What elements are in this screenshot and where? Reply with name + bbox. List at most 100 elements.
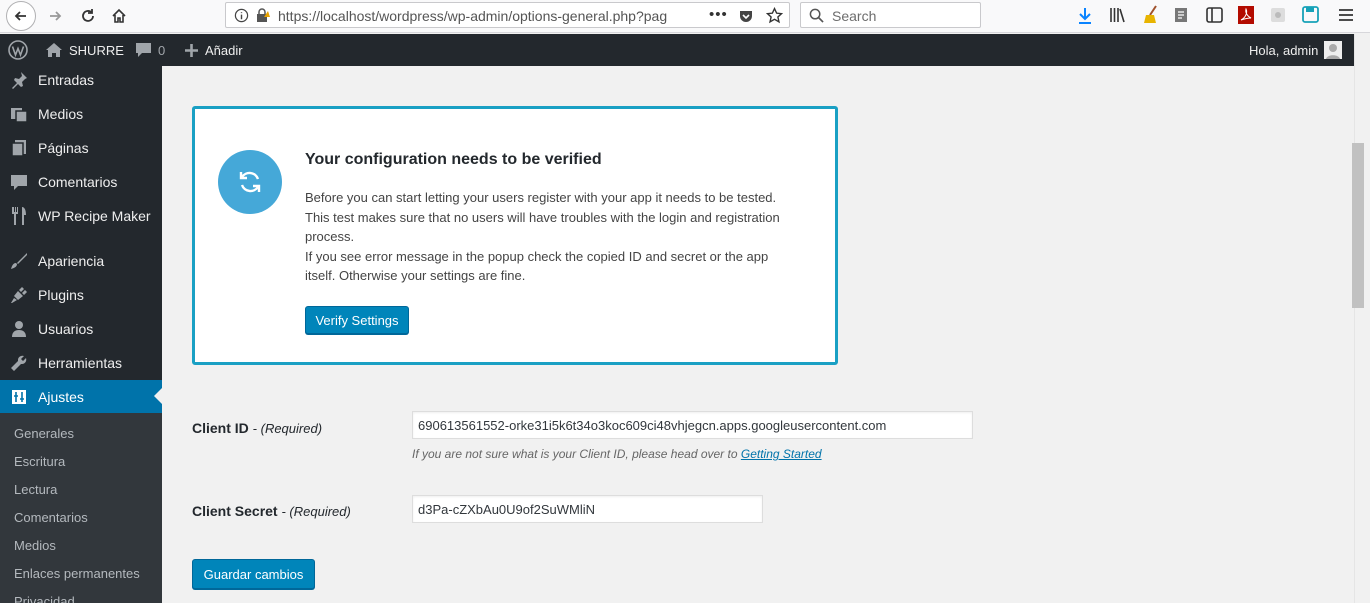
notice-title: Your configuration needs to be verified <box>305 151 602 168</box>
save-changes-button[interactable]: Guardar cambios <box>192 559 315 589</box>
required-marker: - (Required) <box>252 421 323 436</box>
address-bar[interactable]: https://localhost/wordpress/wp-admin/opt… <box>225 2 790 28</box>
client-id-hint-text: If you are not sure what is your Client … <box>412 447 738 461</box>
my-account-menu[interactable]: Hola, admin <box>1249 34 1343 66</box>
library-icon[interactable] <box>1109 6 1127 24</box>
site-name[interactable]: SHURRE <box>69 43 124 58</box>
required-marker: - (Required) <box>281 504 351 519</box>
menu-item-usuarios[interactable]: Usuarios <box>0 312 162 346</box>
client-id-label: Client ID - (Required) <box>192 420 322 436</box>
download-icon[interactable] <box>1077 7 1093 25</box>
browser-toolbar: https://localhost/wordpress/wp-admin/opt… <box>0 0 1370 33</box>
add-new-label: Añadir <box>205 42 243 58</box>
menu-item-paginas[interactable]: Páginas <box>0 131 162 165</box>
menu-label: Herramientas <box>38 355 123 371</box>
notice-line: Before you can start letting your users … <box>305 190 777 205</box>
wp-logo-menu[interactable] <box>8 34 28 66</box>
info-icon[interactable] <box>234 8 249 23</box>
menu-item-entradas[interactable]: Entradas <box>0 66 162 97</box>
search-icon <box>809 8 824 23</box>
wp-admin-bar: SHURRE 0 Añadir Hola, admin <box>0 34 1354 66</box>
menu-item-comentarios[interactable]: Comentarios <box>0 165 162 199</box>
page-actions-icon[interactable]: ••• <box>709 6 728 23</box>
pages-icon <box>9 139 29 157</box>
submenu-item-comentarios[interactable]: Comentarios <box>14 503 88 531</box>
comments-count: 0 <box>158 42 166 58</box>
pocket-icon[interactable] <box>738 8 754 24</box>
menu-label: Entradas <box>38 72 95 88</box>
settings-submenu: Generales Escritura Lectura Comentarios … <box>0 413 162 603</box>
menu-label: Ajustes <box>38 389 84 405</box>
menu-item-wp-recipe-maker[interactable]: WP Recipe Maker <box>0 199 162 233</box>
menu-label: Usuarios <box>38 321 94 337</box>
menu-label: WP Recipe Maker <box>38 208 151 224</box>
arrow-right-icon <box>50 11 62 21</box>
search-placeholder: Search <box>832 8 877 24</box>
comment-icon <box>136 43 151 57</box>
client-id-label-text: Client ID <box>192 420 249 436</box>
home-icon <box>112 8 126 23</box>
submenu-item-enlaces-permanentes[interactable]: Enlaces permanentes <box>14 559 140 587</box>
notice-body: Before you can start letting your users … <box>305 188 805 286</box>
client-secret-label: Client Secret - (Required) <box>192 503 351 519</box>
submenu-item-escritura[interactable]: Escritura <box>14 447 65 475</box>
pdf-extension-icon[interactable] <box>1238 6 1254 24</box>
reload-icon <box>82 9 94 22</box>
verification-notice: Your configuration needs to be verified … <box>192 106 838 365</box>
getting-started-link[interactable]: Getting Started <box>741 447 822 461</box>
plus-icon <box>185 43 198 57</box>
reload-button[interactable] <box>75 3 101 29</box>
refresh-icon <box>218 150 282 214</box>
home-button[interactable] <box>106 3 132 29</box>
browser-search-field[interactable]: Search <box>800 2 981 28</box>
wordpress-logo-icon <box>8 40 28 60</box>
url-text[interactable]: https://localhost/wordpress/wp-admin/opt… <box>278 8 678 24</box>
submenu-item-lectura[interactable]: Lectura <box>14 475 57 503</box>
add-new-menu[interactable]: Añadir <box>184 34 243 66</box>
menu-item-plugins[interactable]: Plugins <box>0 278 162 312</box>
notice-line: process. <box>305 229 355 245</box>
sidebar-toggle-icon[interactable] <box>1206 7 1223 23</box>
extension-gray-icon[interactable] <box>1270 7 1286 23</box>
bookmark-star-icon[interactable] <box>766 7 783 24</box>
menu-item-medios[interactable]: Medios <box>0 97 162 131</box>
scrollbar-thumb[interactable] <box>1352 143 1364 308</box>
home-icon <box>46 43 62 57</box>
comment-icon <box>9 173 29 191</box>
hamburger-menu-icon[interactable] <box>1338 7 1354 23</box>
wrench-icon <box>9 354 29 372</box>
client-secret-input[interactable]: d3Pa-cZXbAu0U9of2SuWMliN <box>412 495 763 523</box>
comments-menu[interactable]: 0 <box>135 34 165 66</box>
menu-item-apariencia[interactable]: Apariencia <box>0 244 162 278</box>
notice-line: This test makes sure that no users will … <box>305 209 780 225</box>
back-button[interactable] <box>6 1 36 31</box>
menu-label: Comentarios <box>38 174 118 190</box>
menu-label: Apariencia <box>38 253 105 269</box>
admin-sidebar: Entradas Medios Páginas Comentarios WP R… <box>0 66 162 603</box>
menu-item-herramientas[interactable]: Herramientas <box>0 346 162 380</box>
brush-icon <box>9 252 29 270</box>
menu-item-ajustes[interactable]: Ajustes <box>0 380 162 414</box>
client-id-input[interactable]: 690613561552-orke31i5k6t34o3koc609ci48vh… <box>412 411 973 439</box>
notice-line: If you see error message in the popup ch… <box>305 248 769 264</box>
utensils-icon <box>9 206 29 226</box>
page-scrollbar[interactable] <box>1354 34 1370 603</box>
client-id-hint: If you are not sure what is your Client … <box>412 447 822 461</box>
lock-warning-icon[interactable] <box>254 7 270 23</box>
notice-line: itself. Otherwise your settings are fine… <box>305 268 526 284</box>
media-icon <box>9 105 29 123</box>
submenu-item-privacidad[interactable]: Privacidad <box>14 587 75 603</box>
forward-button[interactable] <box>42 3 68 29</box>
menu-label: Plugins <box>38 287 84 303</box>
verify-settings-button[interactable]: Verify Settings <box>305 306 409 334</box>
submenu-item-generales[interactable]: Generales <box>14 419 74 447</box>
extension-broom-icon[interactable] <box>1142 5 1160 25</box>
save-extension-icon[interactable] <box>1302 6 1319 23</box>
extension-doc-icon[interactable] <box>1174 7 1188 23</box>
greeting: Hola, admin <box>1249 42 1319 58</box>
current-menu-arrow <box>154 388 162 404</box>
avatar-silhouette-icon <box>1326 44 1341 59</box>
site-name-menu[interactable]: SHURRE <box>45 34 124 66</box>
submenu-item-medios[interactable]: Medios <box>14 531 56 559</box>
avatar <box>1324 41 1343 59</box>
